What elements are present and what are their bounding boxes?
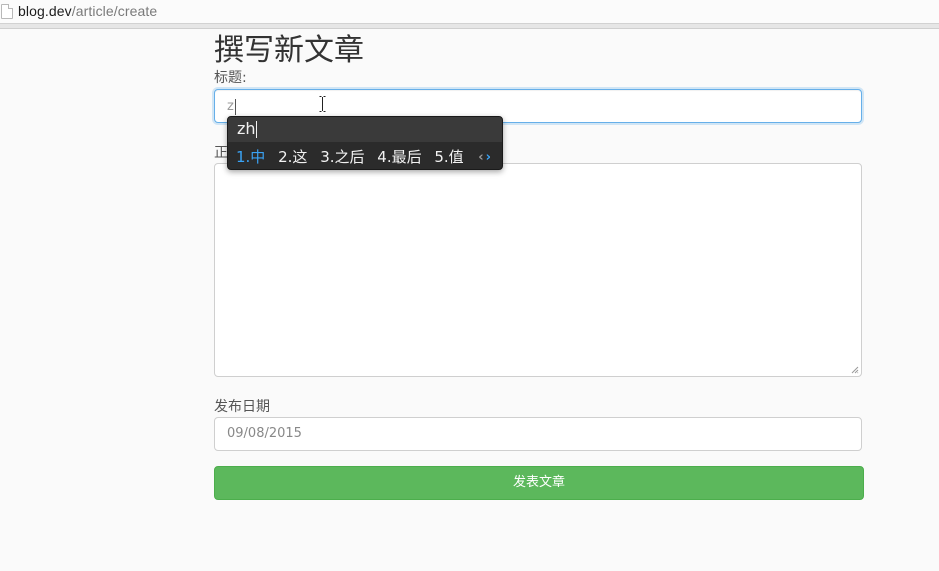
title-input-value: z (227, 99, 234, 114)
publish-button[interactable]: 发表文章 (214, 466, 864, 500)
ime-candidate[interactable]: 4.最后 (377, 148, 421, 166)
body-textarea[interactable] (214, 163, 862, 377)
ime-pinyin: zh (237, 119, 256, 138)
ime-composition-bar: zh (228, 117, 502, 142)
text-caret (235, 99, 236, 115)
body-label: 正 (214, 145, 228, 161)
url-text[interactable]: blog.dev/article/create (18, 3, 157, 19)
url-host: blog.dev (18, 3, 72, 19)
resize-grip-icon[interactable] (851, 366, 859, 374)
chevron-right-icon[interactable]: › (486, 150, 493, 165)
toolbar-divider (0, 24, 939, 29)
page-title: 撰写新文章 (214, 33, 364, 68)
ime-candidate[interactable]: 5.值 (434, 148, 463, 166)
title-label: 标题: (214, 70, 247, 86)
address-bar[interactable]: blog.dev/article/create (0, 0, 939, 24)
url-path: /article/create (71, 3, 158, 19)
ime-candidates: 1.中 2.这 3.之后 4.最后 5.值 (236, 146, 472, 167)
ime-candidate[interactable]: 1.中 (236, 148, 265, 166)
ime-candidate[interactable]: 2.这 (278, 148, 307, 166)
chevron-left-icon[interactable]: ‹ (478, 150, 485, 165)
ime-caret (256, 121, 257, 138)
ime-candidate-window: zh 1.中 2.这 3.之后 4.最后 5.值 ‹› (227, 116, 503, 170)
date-label: 发布日期 (214, 399, 270, 415)
ime-page-controls: ‹› (478, 150, 493, 165)
ibeam-cursor-icon (319, 96, 326, 112)
ime-candidate[interactable]: 3.之后 (320, 148, 364, 166)
date-input[interactable]: 09/08/2015 (214, 417, 862, 451)
page-icon (1, 4, 13, 19)
